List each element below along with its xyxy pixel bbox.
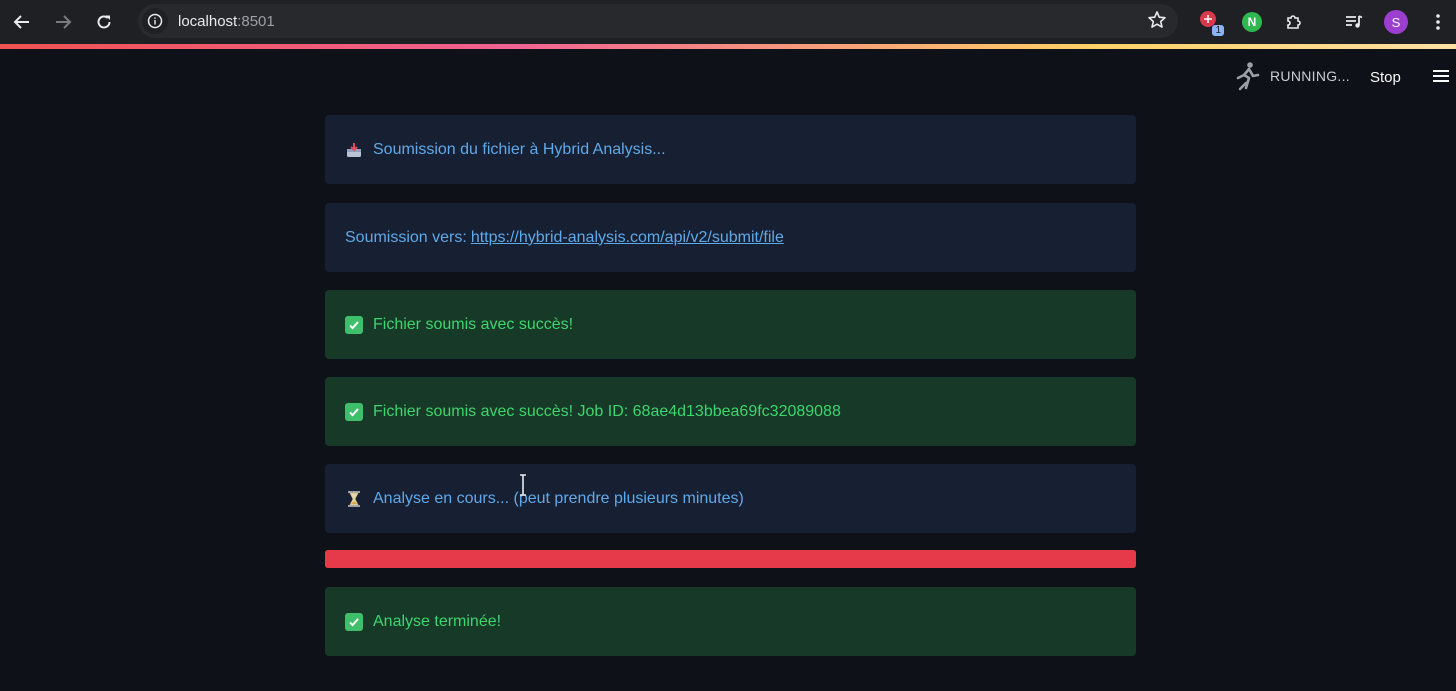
url-text: localhost:8501 — [178, 13, 275, 30]
back-button[interactable] — [2, 2, 42, 42]
info-icon — [147, 13, 163, 29]
avatar: S — [1384, 10, 1408, 34]
extension-n-letter: N — [1247, 15, 1257, 29]
stop-button[interactable]: Stop — [1370, 69, 1401, 86]
check-mark-icon — [345, 612, 363, 631]
extension-red-button[interactable]: 1 — [1196, 8, 1224, 36]
alert-text: Soumission vers: — [345, 228, 467, 246]
profile-button[interactable]: S — [1382, 8, 1410, 36]
arrow-left-icon — [13, 15, 29, 29]
check-mark-icon — [345, 315, 363, 334]
forward-button[interactable] — [43, 2, 83, 42]
alert-success-submit: Fichier soumis avec succès! — [325, 290, 1136, 359]
bookmark-button[interactable] — [1146, 8, 1168, 39]
main-menu-button[interactable] — [1432, 69, 1450, 88]
running-man-icon — [1236, 62, 1260, 91]
puzzle-icon — [1287, 15, 1301, 29]
profile-initial: S — [1391, 14, 1401, 30]
progress-bar — [325, 550, 1136, 568]
extensions-button[interactable] — [1280, 8, 1308, 36]
check-mark-icon — [345, 402, 363, 421]
hourglass-icon — [345, 490, 363, 508]
playlist-icon — [1346, 15, 1363, 28]
alert-success-job-id: Fichier soumis avec succès! Job ID: 68ae… — [325, 377, 1136, 446]
extension-n-button[interactable]: N — [1238, 8, 1266, 36]
inbox-tray-icon — [345, 141, 363, 159]
site-info-button[interactable] — [142, 8, 168, 34]
extension-n-icon: N — [1242, 12, 1262, 32]
alert-analysis-progress: Analyse en cours... (peut prendre plusie… — [325, 464, 1136, 533]
text-cursor-icon — [520, 474, 526, 496]
running-label: RUNNING... — [1270, 68, 1350, 84]
extension-badge: 1 — [1212, 25, 1224, 36]
address-bar[interactable]: localhost:8501 — [138, 4, 1178, 38]
submit-url-link[interactable]: https://hybrid-analysis.com/api/v2/submi… — [471, 229, 784, 247]
alert-submission: Soumission du fichier à Hybrid Analysis.… — [325, 115, 1136, 184]
reload-icon — [97, 15, 111, 29]
running-status: RUNNING... — [1234, 61, 1350, 91]
alert-submission-url: Soumission vers: https://hybrid-analysis… — [325, 203, 1136, 272]
browser-toolbar: localhost:8501 1 N S — [0, 0, 1456, 44]
alert-analysis-complete: Analyse terminée! — [325, 587, 1136, 656]
alert-text: Analyse en cours... (peut prendre plusie… — [373, 489, 744, 507]
kebab-menu-icon — [1436, 14, 1440, 30]
url-port: :8501 — [237, 12, 275, 30]
arrow-right-icon — [56, 15, 72, 29]
reload-button[interactable] — [84, 2, 124, 42]
app-header: RUNNING... Stop — [0, 49, 1456, 105]
alert-text: Fichier soumis avec succès! Job ID: 68ae… — [373, 402, 841, 420]
url-host: localhost — [178, 12, 238, 30]
alert-text: Fichier soumis avec succès! — [373, 315, 574, 333]
star-icon — [1148, 11, 1166, 28]
alert-text: Soumission du fichier à Hybrid Analysis.… — [373, 140, 666, 158]
alert-text: Analyse terminée! — [373, 612, 502, 630]
progress-fill — [325, 550, 1136, 568]
extensions-area: 1 N S — [1196, 0, 1452, 44]
media-button[interactable] — [1340, 8, 1368, 36]
browser-menu-button[interactable] — [1424, 8, 1452, 36]
hamburger-icon — [1433, 70, 1449, 82]
